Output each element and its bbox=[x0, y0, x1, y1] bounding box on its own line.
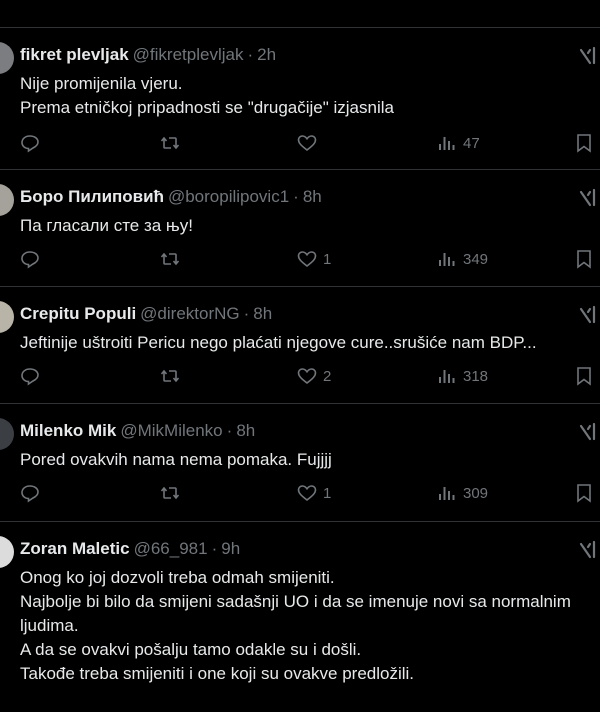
handle[interactable]: @fikretplevljak bbox=[133, 45, 244, 64]
tweet-actions: 1 349 bbox=[0, 249, 600, 273]
bookmark-button[interactable] bbox=[574, 133, 594, 153]
grok-icon[interactable] bbox=[578, 305, 598, 325]
avatar[interactable] bbox=[0, 301, 14, 333]
like-button[interactable]: 1 bbox=[297, 249, 331, 269]
retweet-button[interactable] bbox=[160, 366, 180, 386]
handle[interactable]: @66_981 bbox=[134, 539, 208, 558]
views-button[interactable]: 309 bbox=[437, 483, 488, 503]
heart-icon bbox=[297, 251, 317, 268]
tweet-header: Milenko Mik @MikMilenko · 8h bbox=[20, 421, 255, 441]
bookmark-icon bbox=[577, 367, 591, 386]
tweet-text: Па гласали сте за њу! bbox=[20, 216, 193, 235]
timestamp[interactable]: 8h bbox=[236, 421, 255, 440]
retweet-button[interactable] bbox=[160, 483, 180, 503]
tweet-text: Nije promijenila vjeru. Prema etničkoj p… bbox=[20, 74, 394, 117]
views-icon bbox=[439, 370, 455, 383]
tweet[interactable]: Milenko Mik @MikMilenko · 8h Pored ovakvih … bbox=[0, 404, 600, 522]
tweet-actions: 2 318 bbox=[0, 366, 600, 390]
avatar[interactable] bbox=[0, 184, 14, 216]
separator-dot: · bbox=[293, 187, 299, 206]
views-button[interactable]: 349 bbox=[437, 249, 488, 269]
reply-button[interactable] bbox=[20, 133, 40, 153]
reply-button[interactable] bbox=[20, 249, 40, 269]
bookmark-button[interactable] bbox=[574, 483, 594, 503]
tweet-header: Боро Пилиповић @boropilipovic1 · 8h bbox=[20, 187, 322, 207]
reply-button[interactable] bbox=[20, 483, 40, 503]
heart-icon bbox=[297, 135, 317, 152]
grok-icon[interactable] bbox=[578, 46, 598, 66]
views-icon bbox=[439, 487, 455, 500]
like-count: 1 bbox=[323, 484, 332, 502]
like-button[interactable] bbox=[297, 133, 323, 153]
handle[interactable]: @MikMilenko bbox=[120, 421, 222, 440]
retweet-button[interactable] bbox=[160, 133, 180, 153]
tweet-header: fikret plevljak @fikretplevljak · 2h bbox=[20, 45, 276, 65]
grok-icon[interactable] bbox=[578, 188, 598, 208]
like-button[interactable]: 2 bbox=[297, 366, 331, 386]
retweet-icon bbox=[160, 136, 180, 150]
separator-dot: · bbox=[211, 539, 218, 558]
display-name[interactable]: Боро Пилиповић bbox=[20, 187, 164, 206]
timestamp[interactable]: 8h bbox=[303, 187, 322, 206]
retweet-button[interactable] bbox=[160, 249, 180, 269]
tweet-text: Jeftinije uštroiti Pericu nego plaćati n… bbox=[20, 333, 537, 352]
reply-icon bbox=[21, 368, 39, 386]
like-button[interactable]: 1 bbox=[297, 483, 331, 503]
views-button[interactable]: 318 bbox=[437, 366, 488, 386]
avatar[interactable] bbox=[0, 536, 14, 568]
heart-icon bbox=[297, 368, 317, 385]
handle[interactable]: @boropilipovic1 bbox=[168, 187, 289, 206]
tweet-text: Pored ovakvih nama nema pomaka. Fujjjj bbox=[20, 450, 332, 469]
display-name[interactable]: Crepitu Populi bbox=[20, 304, 136, 323]
retweet-icon bbox=[160, 252, 180, 266]
views-icon bbox=[439, 253, 455, 266]
reply-icon bbox=[21, 251, 39, 269]
tweet-text: Onog ko joj dozvoli treba odmah smijenit… bbox=[20, 568, 571, 683]
tweet[interactable]: Боро Пилиповић @boropilipovic1 · 8h Па глас… bbox=[0, 170, 600, 287]
avatar[interactable] bbox=[0, 418, 14, 450]
tweet-header: Zoran Maletic @66_981 · 9h bbox=[20, 539, 240, 559]
grok-icon[interactable] bbox=[578, 422, 598, 442]
heart-icon bbox=[297, 485, 317, 502]
like-count: 1 bbox=[323, 250, 332, 268]
timestamp[interactable]: 8h bbox=[253, 304, 272, 323]
bookmark-icon bbox=[577, 134, 591, 153]
tweet-actions: 47 bbox=[0, 133, 600, 157]
display-name[interactable]: fikret plevljak bbox=[20, 45, 129, 64]
tweet-actions: 1 309 bbox=[0, 483, 600, 507]
tweet[interactable]: Crepitu Populi @direktorNG · 8h Jeftinije u… bbox=[0, 287, 600, 404]
display-name[interactable]: Zoran Maletic bbox=[20, 539, 130, 558]
separator-dot: · bbox=[226, 421, 233, 440]
view-count: 318 bbox=[463, 367, 489, 385]
tweet[interactable]: Zoran Maletic @66_981 · 9h Onog ko joj dozv… bbox=[0, 522, 600, 712]
bookmark-icon bbox=[577, 484, 591, 503]
avatar[interactable] bbox=[0, 42, 14, 74]
view-count: 309 bbox=[463, 484, 489, 502]
reply-icon bbox=[21, 485, 39, 503]
timestamp[interactable]: 9h bbox=[221, 539, 240, 558]
views-button[interactable]: 47 bbox=[437, 133, 480, 153]
view-count: 349 bbox=[463, 250, 489, 268]
bookmark-icon bbox=[577, 250, 591, 269]
timestamp[interactable]: 2h bbox=[257, 45, 276, 64]
views-icon bbox=[439, 137, 455, 150]
tweet-header: Crepitu Populi @direktorNG · 8h bbox=[20, 304, 272, 324]
bookmark-button[interactable] bbox=[574, 249, 594, 269]
separator-dot: · bbox=[247, 45, 254, 64]
reply-icon bbox=[21, 135, 39, 153]
like-count: 2 bbox=[323, 367, 332, 385]
view-count: 47 bbox=[463, 134, 480, 152]
separator-dot: · bbox=[243, 304, 250, 323]
grok-icon[interactable] bbox=[578, 540, 598, 560]
retweet-icon bbox=[160, 369, 180, 383]
handle[interactable]: @direktorNG bbox=[140, 304, 239, 323]
bookmark-button[interactable] bbox=[574, 366, 594, 386]
retweet-icon bbox=[160, 486, 180, 500]
display-name[interactable]: Milenko Mik bbox=[20, 421, 116, 440]
tweet[interactable]: fikret plevljak @fikretplevljak · 2h Nije p… bbox=[0, 28, 600, 170]
reply-button[interactable] bbox=[20, 366, 40, 386]
